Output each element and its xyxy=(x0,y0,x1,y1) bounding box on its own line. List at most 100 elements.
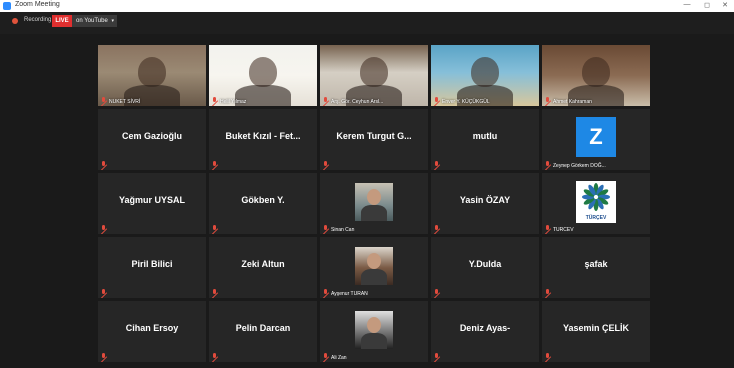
participant-tile[interactable]: Gökben Y. xyxy=(209,173,317,234)
participant-video xyxy=(542,45,650,106)
participant-name: Kerem Turgut G... xyxy=(336,131,412,141)
muted-mic-icon xyxy=(101,161,107,168)
muted-mic-icon xyxy=(434,161,440,168)
muted-mic-icon xyxy=(545,225,551,232)
participant-name: Piril Bilici xyxy=(131,259,173,269)
muted-mic-icon xyxy=(545,97,551,104)
participant-tile[interactable]: Deniz Ayas- xyxy=(431,301,539,362)
stream-target-label: on YouTube xyxy=(76,18,108,24)
participant-tile[interactable]: Piril Bilici xyxy=(98,237,206,298)
participant-tile[interactable]: Zeki Altun xyxy=(209,237,317,298)
participant-name-label: Enver Y. KÜÇÜKGÜL xyxy=(442,99,490,105)
participant-silhouette xyxy=(582,57,610,87)
participant-tile[interactable]: TÜRÇEV TURCEV xyxy=(542,173,650,234)
participant-video xyxy=(98,45,206,106)
participant-silhouette xyxy=(367,253,381,269)
participant-silhouette xyxy=(367,317,381,333)
participant-tile[interactable]: Arş. Gör. Ceyhun Arsl... xyxy=(320,45,428,106)
participant-silhouette xyxy=(360,57,388,87)
participant-silhouette xyxy=(361,333,387,349)
muted-mic-icon xyxy=(323,225,329,232)
participant-name-label: Ahmet Kahraman xyxy=(553,99,592,105)
maximize-button[interactable]: ◻ xyxy=(700,1,714,9)
window-title: Zoom Meeting xyxy=(15,1,60,8)
participant-tile[interactable]: Pelin Darcan xyxy=(209,301,317,362)
participant-name: şafak xyxy=(584,259,608,269)
participant-name: mutlu xyxy=(472,131,498,141)
participant-name: Gökben Y. xyxy=(241,195,285,205)
svg-text:TÜRÇEV: TÜRÇEV xyxy=(586,214,607,221)
participant-name-label: Arş. Gör. Ceyhun Arsl... xyxy=(331,99,384,105)
muted-mic-icon xyxy=(545,353,551,360)
zoom-app-icon xyxy=(3,2,11,10)
participant-name-label: Sinan Can xyxy=(331,227,355,233)
participant-silhouette xyxy=(471,57,499,87)
participant-name: Pelin Darcan xyxy=(235,323,291,333)
participant-name: Yağmur UYSAL xyxy=(118,195,185,205)
participant-name-label: Zeynep Görkem DOĞ... xyxy=(553,163,606,169)
participant-tile[interactable]: Ahmet Kahraman xyxy=(542,45,650,106)
profile-photo xyxy=(355,183,393,221)
muted-mic-icon xyxy=(101,97,107,104)
participant-tile[interactable]: Z Zeynep Görkem DOĞ... xyxy=(542,109,650,170)
muted-mic-icon xyxy=(101,289,107,296)
participant-tile[interactable]: Cem Gazioğlu xyxy=(98,109,206,170)
profile-photo xyxy=(355,311,393,349)
participant-tile[interactable]: Helil Yılmaz xyxy=(209,45,317,106)
participant-tile[interactable]: Ayşenur TURAN xyxy=(320,237,428,298)
participant-tile[interactable]: şafak xyxy=(542,237,650,298)
participant-name: Zeki Altun xyxy=(241,259,285,269)
live-badge[interactable]: LIVE xyxy=(52,15,72,27)
participant-name-label: Helil Yılmaz xyxy=(220,99,247,105)
participant-name-label: NUKET SİVRİ xyxy=(109,99,141,105)
participant-name-label: Ayşenur TURAN xyxy=(331,291,368,297)
turcev-logo: TÜRÇEV xyxy=(576,181,616,223)
participant-tile[interactable]: Enver Y. KÜÇÜKGÜL xyxy=(431,45,539,106)
participant-tile[interactable]: Kerem Turgut G... xyxy=(320,109,428,170)
recording-label[interactable]: Recording xyxy=(24,17,51,23)
participant-video xyxy=(320,45,428,106)
muted-mic-icon xyxy=(323,353,329,360)
chevron-down-icon[interactable]: ▾ xyxy=(111,15,114,27)
participant-tile[interactable]: Yasemin ÇELİK xyxy=(542,301,650,362)
muted-mic-icon xyxy=(434,97,440,104)
participant-tile[interactable]: Cihan Ersoy xyxy=(98,301,206,362)
recording-icon[interactable] xyxy=(12,18,18,24)
participant-name-label: TURCEV xyxy=(553,227,574,233)
participant-tile[interactable]: Sinan Can xyxy=(320,173,428,234)
participant-silhouette xyxy=(367,189,381,205)
participant-name: Yasemin ÇELİK xyxy=(562,323,630,333)
participant-tile[interactable]: Y.Dulda xyxy=(431,237,539,298)
close-button[interactable]: ✕ xyxy=(718,1,732,9)
muted-mic-icon xyxy=(212,161,218,168)
muted-mic-icon xyxy=(434,289,440,296)
participant-tile[interactable]: Buket Kızıl - Fet... xyxy=(209,109,317,170)
live-stream-target-dropdown[interactable]: on YouTube ▾ xyxy=(72,15,117,27)
participant-name: Buket Kızıl - Fet... xyxy=(225,131,301,141)
participant-tile[interactable]: NUKET SİVRİ xyxy=(98,45,206,106)
muted-mic-icon xyxy=(434,225,440,232)
participant-tile[interactable]: mutlu xyxy=(431,109,539,170)
muted-mic-icon xyxy=(212,353,218,360)
participant-video xyxy=(431,45,539,106)
participant-tile[interactable]: Yağmur UYSAL xyxy=(98,173,206,234)
participant-name: Cihan Ersoy xyxy=(125,323,179,333)
muted-mic-icon xyxy=(212,289,218,296)
muted-mic-icon xyxy=(545,161,551,168)
participant-name: Y.Dulda xyxy=(468,259,502,269)
participant-silhouette xyxy=(249,57,277,87)
muted-mic-icon xyxy=(323,289,329,296)
participant-name: Yasin ÖZAY xyxy=(459,195,511,205)
muted-mic-icon xyxy=(323,161,329,168)
participant-silhouette xyxy=(361,269,387,285)
participant-tile[interactable]: Yasin ÖZAY xyxy=(431,173,539,234)
muted-mic-icon xyxy=(212,225,218,232)
muted-mic-icon xyxy=(101,353,107,360)
participant-tile[interactable]: Ali Zan xyxy=(320,301,428,362)
minimize-button[interactable]: — xyxy=(680,1,694,8)
muted-mic-icon xyxy=(323,97,329,104)
participant-name-label: Ali Zan xyxy=(331,355,347,361)
muted-mic-icon xyxy=(545,289,551,296)
participant-name: Cem Gazioğlu xyxy=(121,131,182,141)
muted-mic-icon xyxy=(434,353,440,360)
